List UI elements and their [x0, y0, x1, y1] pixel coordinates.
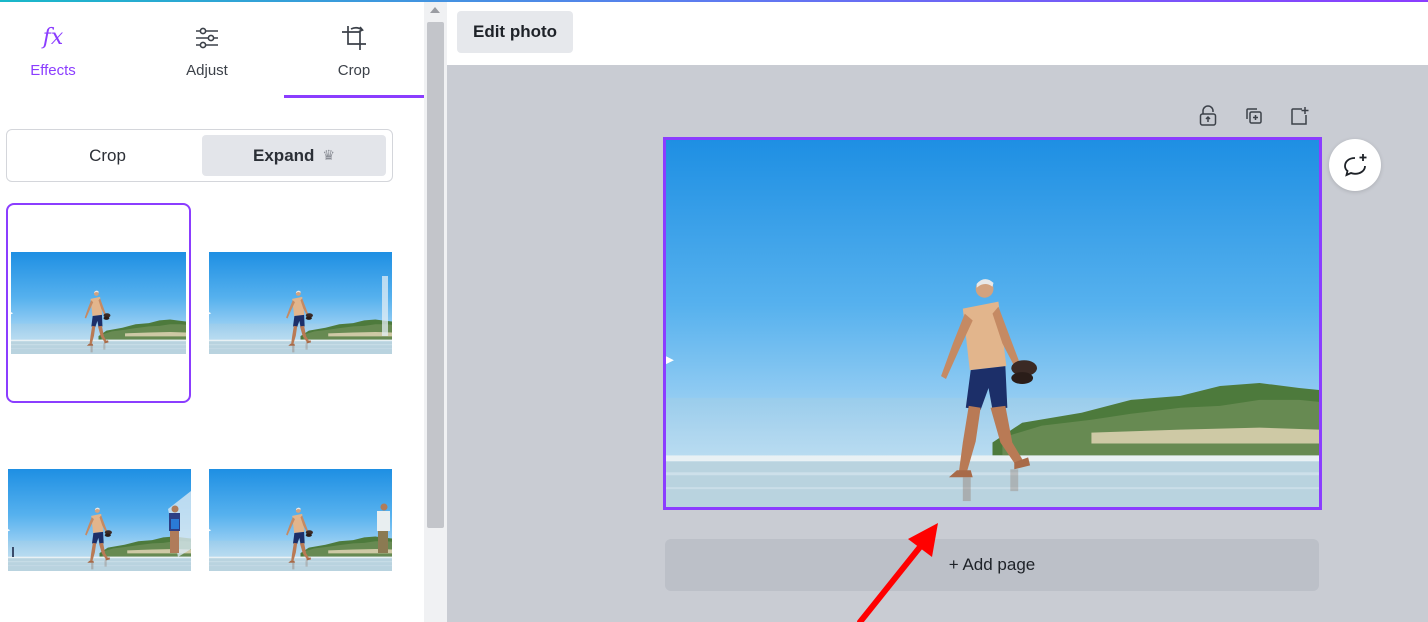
- crop-mode-label: Crop: [89, 145, 126, 165]
- tab-effects[interactable]: fx Effects: [0, 0, 106, 98]
- expand-mode-button[interactable]: Expand ♛: [202, 135, 386, 176]
- edit-photo-button[interactable]: Edit photo: [457, 11, 573, 53]
- expand-mode-label: Expand: [253, 145, 315, 165]
- crop-mode-toggle: Crop Expand ♛: [6, 129, 393, 182]
- fx-icon: fx: [42, 25, 64, 50]
- tab-effects-label: Effects: [30, 62, 76, 79]
- edit-photo-label: Edit photo: [472, 22, 558, 41]
- add-page-button[interactable]: + Add page: [665, 539, 1319, 591]
- comment-plus-icon: [1344, 154, 1367, 177]
- expand-option-2[interactable]: [209, 252, 392, 354]
- canvas-photo[interactable]: [663, 137, 1322, 510]
- scroll-up-arrow-icon[interactable]: [430, 7, 440, 13]
- sliders-icon: [194, 24, 220, 52]
- crown-icon: ♛: [322, 147, 335, 163]
- tab-adjust[interactable]: Adjust: [140, 0, 274, 98]
- expand-option-4[interactable]: [209, 469, 392, 571]
- tab-crop[interactable]: Crop: [284, 0, 424, 98]
- panel-scrollbar[interactable]: [424, 0, 447, 622]
- add-page-icon[interactable]: [1288, 103, 1312, 129]
- editor-toolbar: Edit photo: [447, 2, 1428, 65]
- panel-tabs: fx Effects Adjust Crop: [0, 0, 424, 98]
- tab-crop-label: Crop: [337, 62, 371, 79]
- top-accent-line: [0, 0, 1428, 2]
- duplicate-page-icon[interactable]: [1242, 103, 1266, 129]
- scrollbar-thumb[interactable]: [427, 22, 444, 528]
- crop-mode-button[interactable]: Crop: [13, 135, 202, 176]
- crop-icon: [340, 24, 368, 52]
- tab-adjust-label: Adjust: [186, 62, 228, 79]
- annotation-arrow-icon: [857, 523, 938, 622]
- expand-option-1[interactable]: [11, 252, 186, 354]
- add-comment-button[interactable]: [1329, 139, 1381, 191]
- edit-photo-side-panel: fx Effects Adjust Crop Crop Expand ♛: [0, 0, 424, 622]
- add-page-label: + Add page: [948, 555, 1036, 574]
- unlock-icon[interactable]: [1196, 103, 1220, 129]
- expand-option-3[interactable]: [8, 469, 191, 571]
